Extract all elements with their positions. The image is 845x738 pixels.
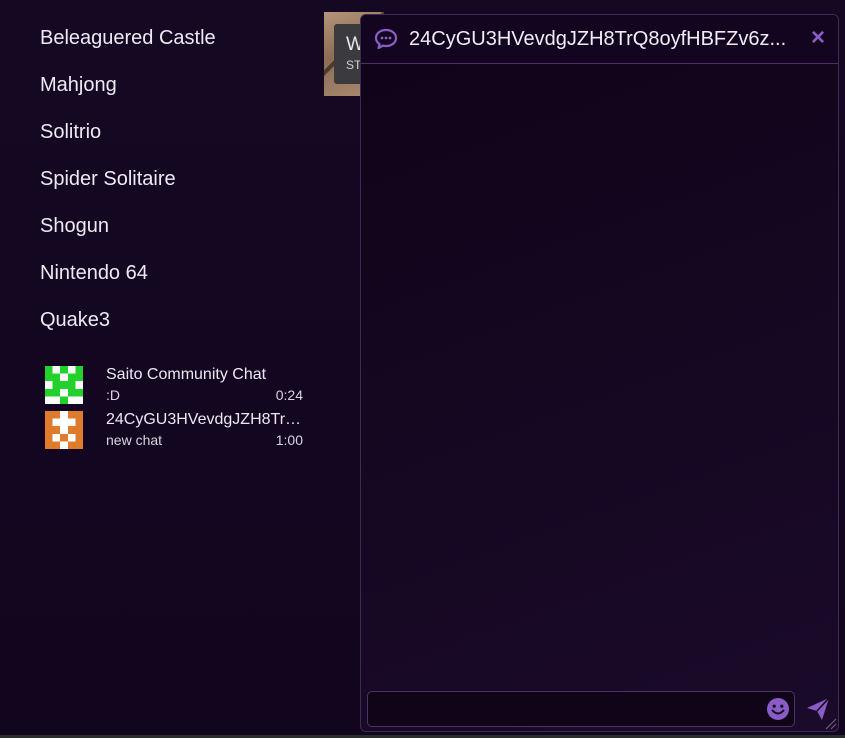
game-item-shogun[interactable]: Shogun xyxy=(40,212,216,259)
chat-name: 24CyGU3HVevdgJZH8TrQ8oyfHBFZv6z... xyxy=(106,411,303,428)
game-item-quake3[interactable]: Quake3 xyxy=(40,306,216,353)
chat-row-private[interactable]: 24CyGU3HVevdgJZH8TrQ8oyfHBFZv6z... new c… xyxy=(45,410,303,455)
chat-bubble-icon xyxy=(374,28,398,50)
chat-input-bar xyxy=(367,691,795,727)
game-item-solitrio[interactable]: Solitrio xyxy=(40,118,216,165)
chat-window-header[interactable]: 24CyGU3HVevdgJZH8TrQ8oyfHBFZv6z... × xyxy=(361,15,838,64)
app-stage: Beleaguered Castle Mahjong Solitrio Spid… xyxy=(0,0,845,738)
chat-name: Saito Community Chat xyxy=(106,366,267,383)
chat-list: Saito Community Chat :D 0:24 24CyGU3HVev… xyxy=(45,365,303,455)
chat-last-message: new chat xyxy=(106,432,163,448)
chat-last-message: :D xyxy=(106,387,120,403)
resize-handle[interactable] xyxy=(823,716,837,730)
smiley-icon[interactable] xyxy=(766,697,790,721)
identicon-green-avatar xyxy=(45,366,83,404)
game-item-spider-solitaire[interactable]: Spider Solitaire xyxy=(40,165,216,212)
game-item-mahjong[interactable]: Mahjong xyxy=(40,71,216,118)
chat-message-input[interactable] xyxy=(374,698,758,722)
identicon-orange-avatar xyxy=(45,411,83,449)
game-item-beleaguered-castle[interactable]: Beleaguered Castle xyxy=(40,24,216,71)
game-item-nintendo-64[interactable]: Nintendo 64 xyxy=(40,259,216,306)
close-chat-button[interactable]: × xyxy=(807,25,829,51)
game-list: Beleaguered Castle Mahjong Solitrio Spid… xyxy=(40,24,216,353)
chat-window-title: 24CyGU3HVevdgJZH8TrQ8oyfHBFZv6z... xyxy=(409,28,787,50)
chat-window: 24CyGU3HVevdgJZH8TrQ8oyfHBFZv6z... × xyxy=(360,14,839,732)
chat-time: 1:00 xyxy=(275,432,303,448)
chat-row-community[interactable]: Saito Community Chat :D 0:24 xyxy=(45,365,303,410)
chat-message-area[interactable] xyxy=(361,64,838,684)
chat-time: 0:24 xyxy=(275,387,303,403)
